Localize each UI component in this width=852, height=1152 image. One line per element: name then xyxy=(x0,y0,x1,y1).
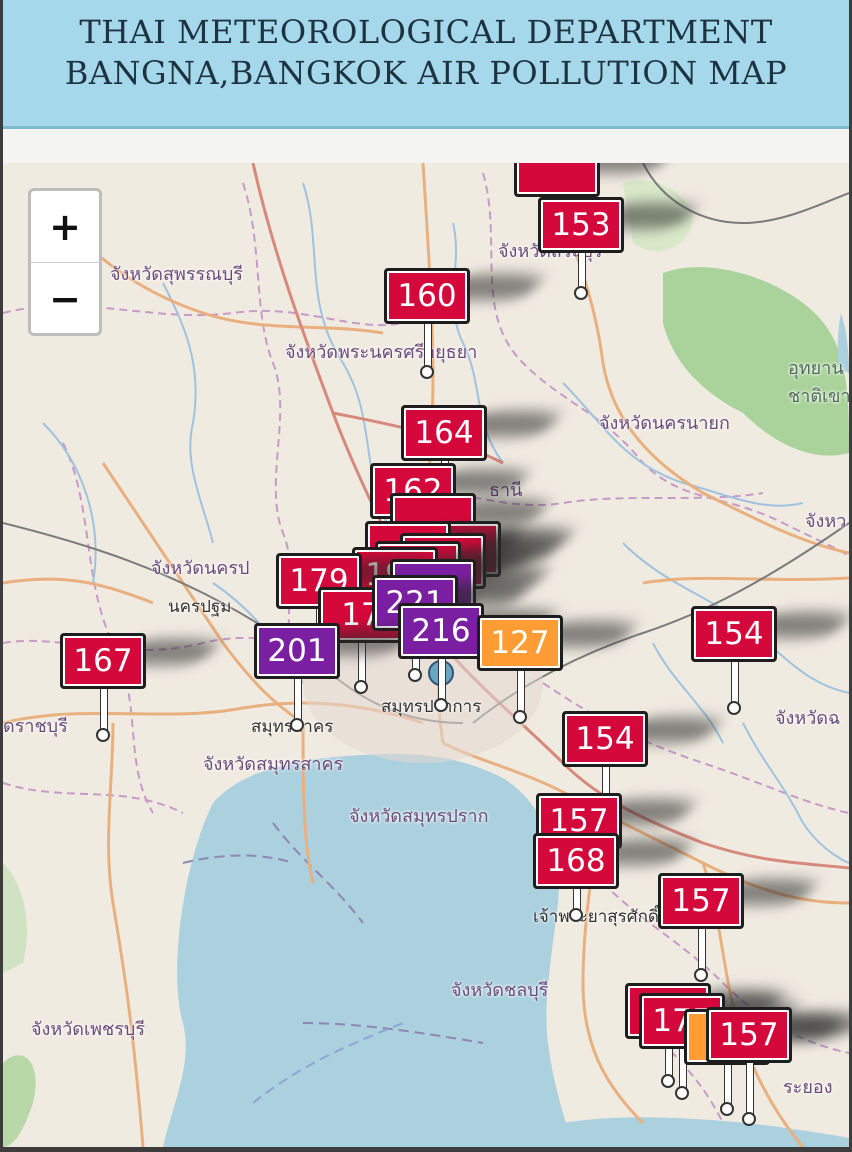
marker-anchor-dot xyxy=(354,680,368,694)
aqi-value-label[interactable]: 216 xyxy=(398,603,484,659)
aqi-value-label[interactable]: 154 xyxy=(691,606,777,662)
aqi-value-label[interactable]: 168 xyxy=(533,833,619,889)
zoom-control: + − xyxy=(28,188,102,336)
marker-anchor-dot xyxy=(420,365,434,379)
place-label-nakhon-pathom: นครปฐม xyxy=(168,597,232,617)
zoom-in-button[interactable]: + xyxy=(31,191,99,263)
place-label-samut-prakan: สมุทรปราการ xyxy=(381,697,482,717)
place-label-chachoengsao: จังหวัดฉ xyxy=(775,708,841,729)
marker-anchor-dot xyxy=(720,1102,734,1116)
aqi-value-label[interactable]: 157 xyxy=(658,873,744,929)
marker-anchor-dot xyxy=(742,1112,756,1126)
place-label-suphanburi: จังหวัดสุพรรณบุรี xyxy=(110,264,243,285)
place-label-samut-sakhon-province: จังหวัดสมุทรสาคร xyxy=(203,754,344,775)
place-label-prachinburi: จังหว xyxy=(805,511,847,532)
app-frame: THAI METEOROLOGICAL DEPARTMENT BANGNA,BA… xyxy=(0,0,852,1152)
aqi-value-label[interactable]: 160 xyxy=(384,268,470,324)
marker-anchor-dot xyxy=(694,968,708,982)
page-header: THAI METEOROLOGICAL DEPARTMENT BANGNA,BA… xyxy=(3,0,849,129)
marker-anchor-dot xyxy=(96,728,110,742)
aqi-value-label[interactable]: 167 xyxy=(60,633,146,689)
marker-pole xyxy=(746,1063,754,1119)
marker-anchor-dot xyxy=(408,668,422,682)
marker-anchor-dot xyxy=(290,718,304,732)
place-label-ratchaburi: ดราชบุรี xyxy=(3,716,68,737)
header-spacer-bar xyxy=(3,129,849,163)
place-label-national-park-2: ชาติเขา xyxy=(788,386,849,407)
marker-anchor-dot xyxy=(569,908,583,922)
aqi-value-label[interactable]: 201 xyxy=(254,623,340,679)
place-label-national-park: อุทยาน xyxy=(788,358,844,379)
place-label-nakhon-pathom-province: จังหวัดนครป xyxy=(151,558,250,579)
pollution-map[interactable]: จังหวัดสุพรรณบุรี จังหวัดพระนครศรีอยุธยา… xyxy=(3,163,849,1147)
aqi-value-label[interactable]: 164 xyxy=(401,405,487,461)
header-title-line1: THAI METEOROLOGICAL DEPARTMENT xyxy=(79,13,773,51)
marker-anchor-dot xyxy=(434,698,448,712)
aqi-value-label[interactable]: 153 xyxy=(538,197,624,253)
marker-anchor-dot xyxy=(675,1086,689,1100)
marker-anchor-dot xyxy=(513,710,527,724)
header-title-line2: BANGNA,BANGKOK AIR POLLUTION MAP xyxy=(64,54,788,92)
place-label-sriracha: เจ้าพระยาสุรศักดิ์ xyxy=(533,907,659,927)
place-label-nakhon-nayok: จังหวัดนครนายก xyxy=(599,413,730,434)
aqi-value-label[interactable]: 154 xyxy=(562,711,648,767)
place-label-chonburi: จังหวัดชลบุรี xyxy=(451,980,549,1001)
place-label-ayutthaya: จังหวัดพระนครศรีอยุธยา xyxy=(285,342,478,363)
zoom-out-button[interactable]: − xyxy=(31,263,99,334)
marker-anchor-dot xyxy=(661,1074,675,1088)
place-label-rayong: ระยอง xyxy=(783,1077,833,1098)
marker-anchor-dot xyxy=(727,701,741,715)
place-label-phetchaburi: จังหวัดเพชรบุรี xyxy=(31,1019,145,1040)
marker-anchor-dot xyxy=(574,286,588,300)
aqi-value-label[interactable]: 157 xyxy=(706,1007,792,1063)
aqi-value-label[interactable]: 127 xyxy=(477,615,563,671)
aqi-value-label[interactable] xyxy=(514,163,600,197)
place-label-samut-prakan-province: จังหวัดสมุทรปราก xyxy=(349,806,489,827)
